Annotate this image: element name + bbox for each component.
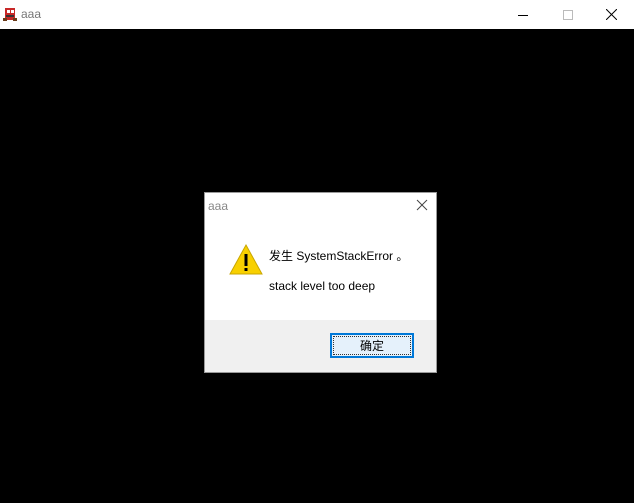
title-bar[interactable]: aaa xyxy=(0,0,634,29)
window-title: aaa xyxy=(21,7,42,21)
close-button[interactable] xyxy=(589,0,634,29)
maximize-icon xyxy=(562,9,573,20)
close-icon xyxy=(606,9,617,20)
app-icon xyxy=(3,8,17,21)
error-message: 发生 SystemStackError 。 xyxy=(269,249,409,263)
main-window: aaa aaa 发生 SystemStackError 。 stack leve… xyxy=(0,0,634,503)
dialog-close-icon[interactable] xyxy=(414,197,430,213)
warning-icon xyxy=(229,243,263,275)
error-dialog: aaa 发生 SystemStackError 。 stack level to… xyxy=(204,192,437,373)
minimize-button[interactable] xyxy=(500,0,545,29)
minimize-icon xyxy=(517,14,528,16)
maximize-button[interactable] xyxy=(545,0,590,29)
ok-button[interactable]: 确定 xyxy=(330,333,414,358)
dialog-title-bar[interactable]: aaa xyxy=(205,193,436,217)
dialog-title: aaa xyxy=(208,199,229,213)
dialog-footer: 确定 xyxy=(205,320,436,372)
error-detail: stack level too deep xyxy=(269,279,376,293)
